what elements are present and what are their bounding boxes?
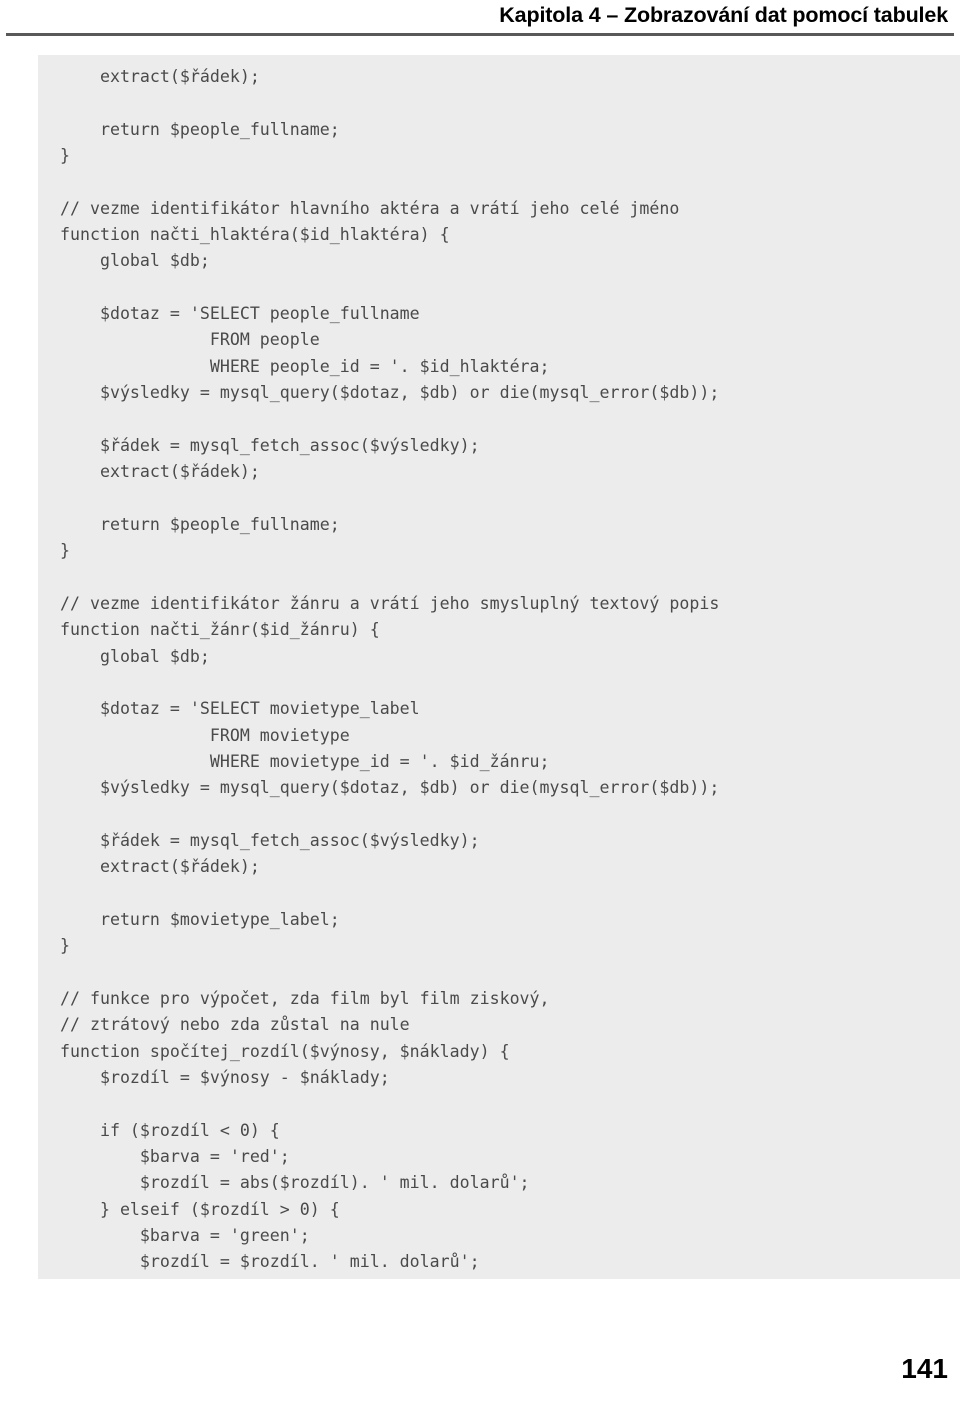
- code-line: }: [60, 936, 70, 956]
- code-line: function načti_hlaktéra($id_hlaktéra) {: [60, 225, 450, 245]
- code-line: return $movietype_label;: [60, 910, 340, 929]
- code-line: $barva = 'red';: [60, 1147, 290, 1167]
- code-line: $rozdíl = $rozdíl. ' mil. dolarů';: [60, 1252, 480, 1272]
- code-line: global $db;: [60, 646, 210, 666]
- code-line: // vezme identifikátor hlavního aktéra a…: [60, 198, 680, 218]
- code-line: function načti_žánr($id_žánru) {: [60, 620, 380, 640]
- code-line: $řádek = mysql_fetch_assoc($výsledky);: [60, 435, 480, 455]
- code-line: } elseif ($rozdíl > 0) {: [60, 1199, 340, 1219]
- code-line: return $people_fullname;: [60, 119, 340, 139]
- code-line: FROM people: [60, 330, 320, 350]
- code-line: WHERE people_id = '. $id_hlaktéra;: [60, 356, 550, 376]
- code-line: }: [60, 146, 70, 166]
- code-line: $barva = 'green';: [60, 1226, 310, 1246]
- code-block: extract($řádek); return $people_fullname…: [38, 55, 960, 1279]
- code-line: $řádek = mysql_fetch_assoc($výsledky);: [60, 830, 480, 850]
- code-line: $rozdíl = $výnosy - $náklady;: [60, 1068, 390, 1088]
- code-line: // ztrátový nebo zda zůstal na nule: [60, 1015, 410, 1035]
- code-line: extract($řádek);: [60, 67, 260, 86]
- code-line: extract($řádek);: [60, 857, 260, 877]
- code-line: $dotaz = 'SELECT people_fullname: [60, 304, 420, 324]
- code-line: function spočítej_rozdíl($výnosy, $nákla…: [60, 1041, 510, 1061]
- code-line: global $db;: [60, 251, 210, 271]
- code-line: extract($řádek);: [60, 462, 260, 482]
- code-line: $výsledky = mysql_query($dotaz, $db) or …: [60, 383, 720, 403]
- code-line: if ($rozdíl < 0) {: [60, 1120, 280, 1140]
- code-line: return $people_fullname;: [60, 514, 340, 534]
- code-line: }: [60, 541, 70, 561]
- running-head-title: Kapitola 4 – Zobrazování dat pomocí tabu…: [499, 3, 948, 27]
- code-line: $výsledky = mysql_query($dotaz, $db) or …: [60, 778, 720, 798]
- code-line: $rozdíl = abs($rozdíl). ' mil. dolarů';: [60, 1173, 530, 1193]
- code-line: // funkce pro výpočet, zda film byl film…: [60, 989, 550, 1009]
- page-number: 141: [901, 1353, 948, 1384]
- code-line: // vezme identifikátor žánru a vrátí jeh…: [60, 593, 720, 613]
- header-rule-divider: [6, 33, 954, 36]
- code-line: $dotaz = 'SELECT movietype_label: [60, 699, 420, 719]
- code-line: WHERE movietype_id = '. $id_žánru;: [60, 751, 550, 771]
- code-listing: extract($řádek); return $people_fullname…: [38, 64, 960, 1276]
- code-line: FROM movietype: [60, 725, 350, 745]
